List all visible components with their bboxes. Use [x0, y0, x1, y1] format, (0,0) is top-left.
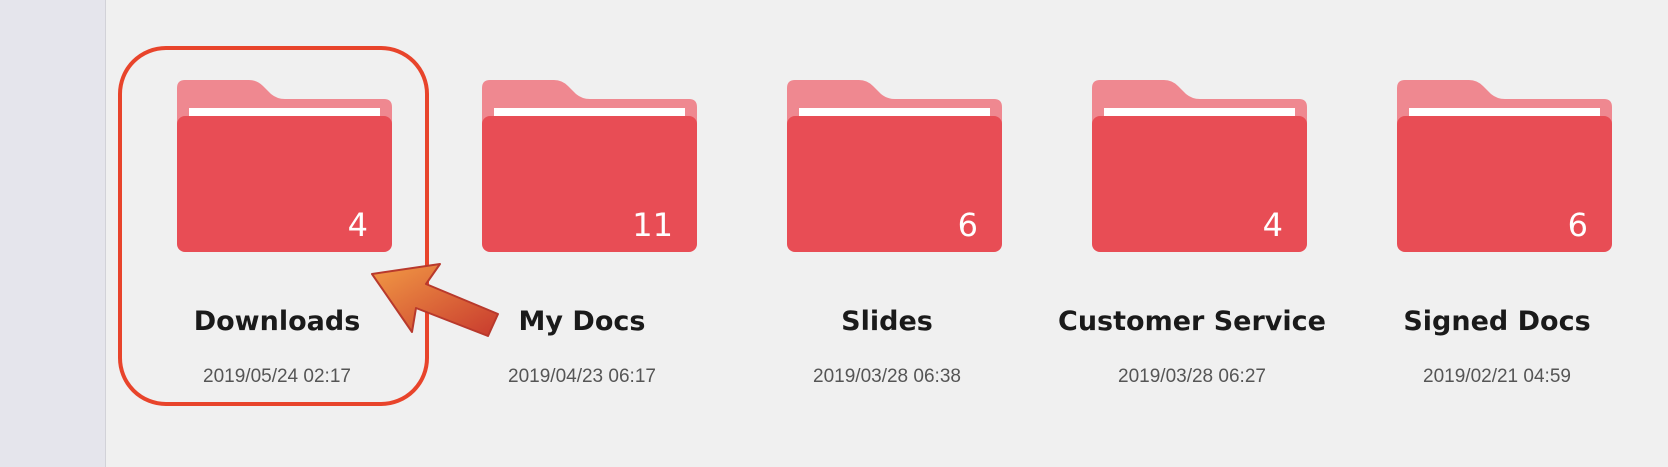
- folder-count: 6: [1567, 206, 1588, 244]
- folder-name: Signed Docs: [1403, 306, 1591, 337]
- folder-icon: 11: [482, 80, 697, 252]
- folder-icon: 6: [1397, 80, 1612, 252]
- folder-name: Slides: [841, 306, 933, 337]
- folder-date: 2019/02/21 04:59: [1423, 366, 1571, 387]
- folder-icon: 4: [1092, 80, 1307, 252]
- folder-name: Customer Service: [1058, 306, 1326, 337]
- folder-date: 2019/04/23 06:17: [508, 366, 656, 387]
- sidebar: [0, 0, 106, 467]
- folder-date: 2019/03/28 06:38: [813, 366, 961, 387]
- folder-count: 4: [1262, 206, 1283, 244]
- folder-item-slides[interactable]: 6 Slides 2019/03/28 06:38: [737, 70, 1037, 410]
- folder-count: 11: [632, 206, 673, 244]
- folder-item-signed-docs[interactable]: 6 Signed Docs 2019/02/21 04:59: [1347, 70, 1647, 410]
- folder-item-customer-service[interactable]: 4 Customer Service 2019/03/28 06:27: [1042, 70, 1342, 410]
- folder-icon: 6: [787, 80, 1002, 252]
- arrow-pointer-icon: [370, 262, 510, 362]
- folder-date: 2019/03/28 06:27: [1118, 366, 1266, 387]
- folder-count: 6: [957, 206, 978, 244]
